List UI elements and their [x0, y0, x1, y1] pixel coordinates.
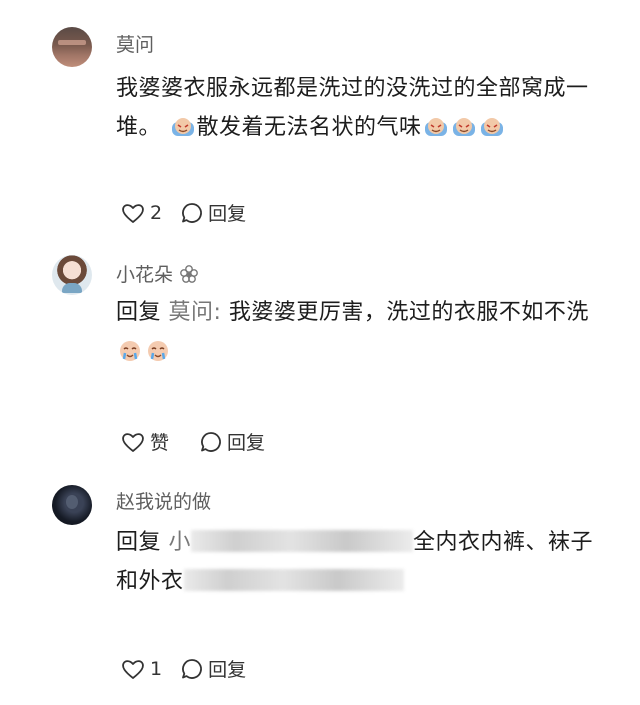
comment-text: 回复 莫问: 我婆婆更厉害，洗过的衣服不如不洗 [116, 293, 616, 371]
comment-2: 小花朵 回复 莫问: 我婆婆更厉害，洗过的衣服不如不洗 赞 回复 [0, 235, 640, 467]
username-text: 小花朵 [116, 264, 174, 286]
avatar[interactable] [52, 485, 92, 525]
comment-username[interactable]: 赵我说的做 [116, 487, 211, 514]
comment-actions: 赞 回复 [120, 428, 283, 455]
avatar[interactable] [52, 255, 92, 295]
smiling-face-with-tears-emoji [148, 341, 168, 361]
comment-actions: 2 回复 [120, 199, 264, 226]
comment-text-part: 全内衣内裤、袜子 [413, 530, 594, 555]
like-count: 2 [150, 201, 163, 224]
mention-link[interactable]: 小 [169, 530, 192, 555]
reply-label: 回复 [208, 659, 247, 681]
obscured-text [183, 569, 404, 591]
comment-text: 回复 小 全内衣内裤、袜子 和外衣 [116, 523, 616, 601]
smiling-face-with-tears-emoji [171, 118, 194, 136]
reply-prefix: 回复 [116, 300, 162, 325]
like-button[interactable]: 2 [120, 201, 162, 225]
like-button[interactable]: 赞 [120, 428, 169, 455]
smiling-face-with-tears-emoji [120, 341, 140, 361]
comment-username[interactable]: 莫问 [116, 30, 154, 57]
speech-bubble-icon [182, 202, 203, 223]
reply-label: 回复 [227, 432, 266, 454]
speech-bubble-icon [201, 431, 221, 452]
heart-icon [122, 203, 144, 223]
reply-label: 回复 [208, 203, 247, 225]
avatar[interactable] [52, 27, 92, 67]
heart-icon [122, 432, 144, 452]
comment-actions: 1 回复 [120, 655, 264, 682]
mention-link[interactable]: 莫问: [169, 300, 222, 325]
obscured-text [191, 530, 414, 552]
reply-button[interactable]: 回复 [180, 199, 246, 226]
comment-1: 莫问 我婆婆衣服永远都是洗过的没洗过的全部窝成一堆。 散发着无法名状的气味 2 … [0, 0, 640, 235]
smiling-face-with-tears-emoji [480, 118, 503, 136]
flower-icon [180, 265, 198, 283]
speech-bubble-icon [182, 658, 203, 679]
comment-username[interactable]: 小花朵 [116, 260, 199, 287]
smiling-face-with-tears-emoji [424, 118, 447, 136]
like-label: 赞 [150, 432, 170, 454]
reply-button[interactable]: 回复 [180, 655, 246, 682]
like-count: 1 [150, 657, 163, 680]
comment-text-part: 我婆婆更厉害，洗过的衣服不如不洗 [221, 300, 589, 325]
comment-text-part: 和外衣 [116, 569, 184, 594]
reply-button[interactable]: 回复 [199, 428, 265, 455]
smiling-face-with-tears-emoji [452, 118, 475, 136]
comment-text-part: 散发着无法名状的气味 [196, 115, 422, 140]
comment-3: 赵我说的做 回复 小 全内衣内裤、袜子 和外衣 1 回复 [0, 467, 640, 705]
heart-icon [122, 659, 144, 679]
like-button[interactable]: 1 [120, 657, 162, 681]
reply-prefix: 回复 [116, 530, 162, 555]
comment-text: 我婆婆衣服永远都是洗过的没洗过的全部窝成一堆。 散发着无法名状的气味 [116, 69, 616, 147]
